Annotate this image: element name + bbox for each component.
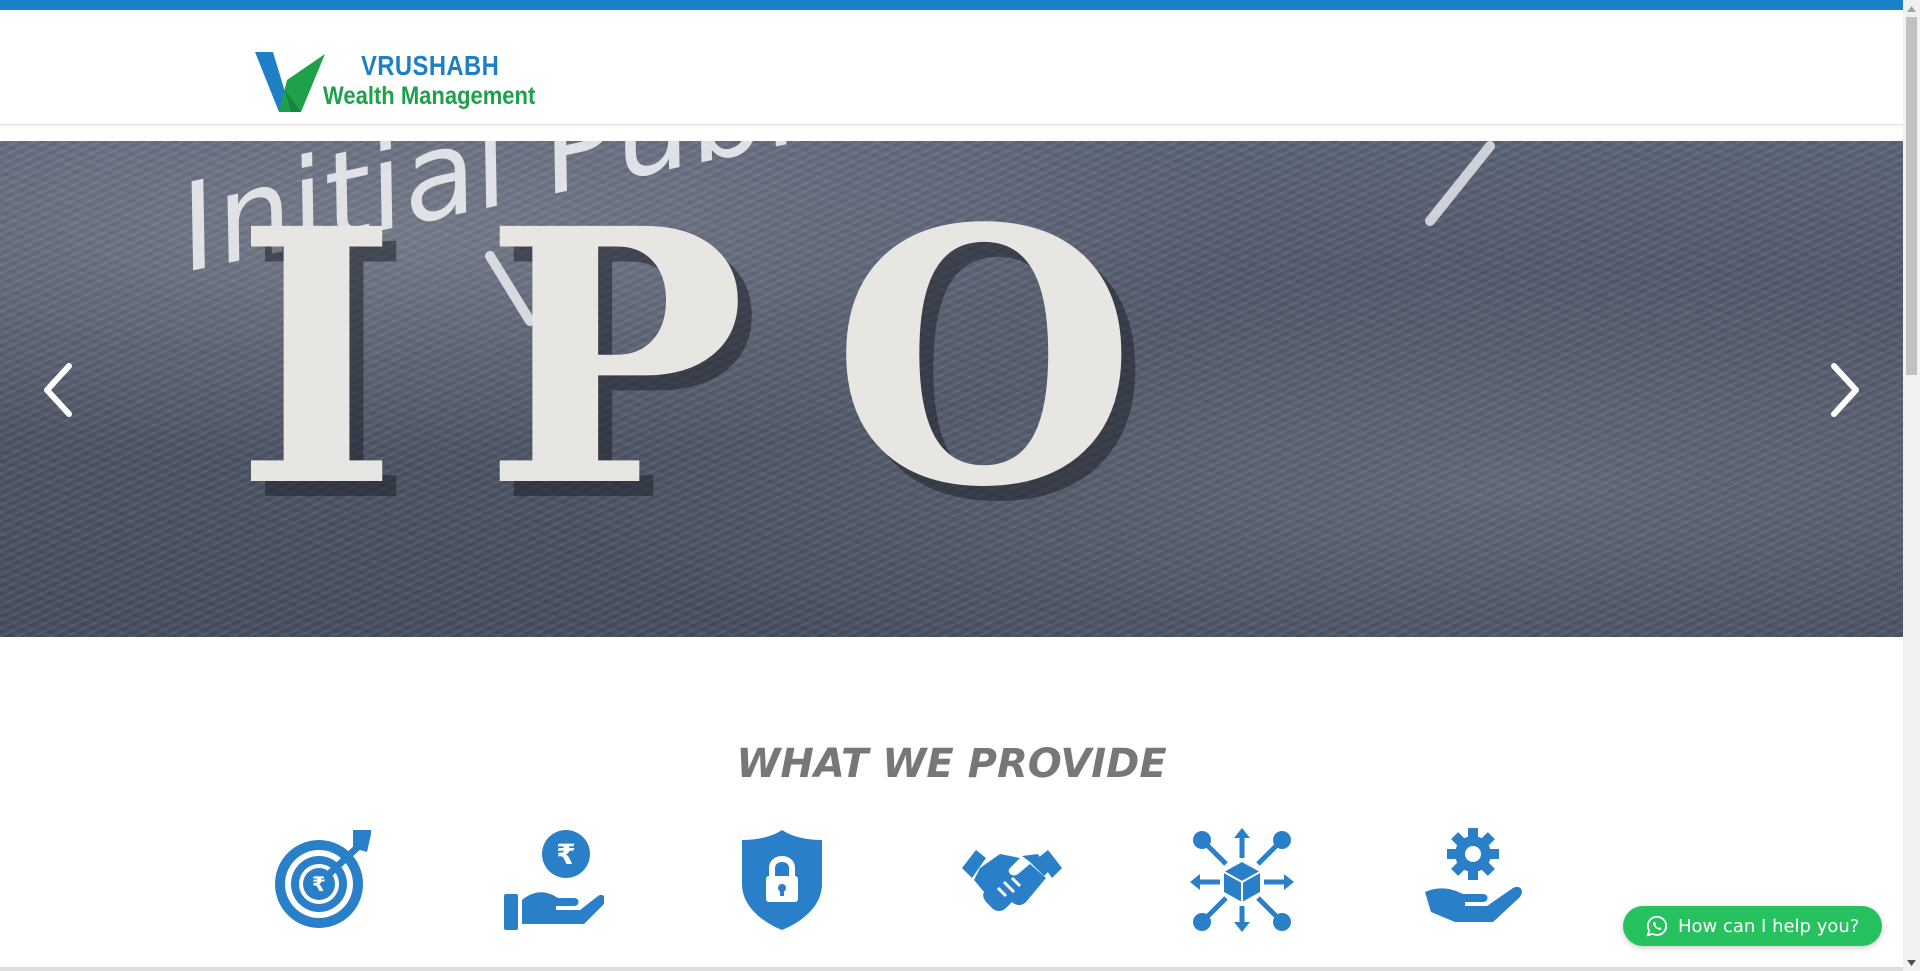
- scroll-down-button[interactable]: [1903, 954, 1920, 971]
- scrollbar-thumb[interactable]: [1906, 17, 1917, 375]
- triangle-down-icon: [1907, 959, 1916, 966]
- vertical-scrollbar[interactable]: [1903, 0, 1920, 971]
- service-item[interactable]: [1187, 825, 1297, 935]
- brand-name-line1: VRUSHABH: [361, 50, 500, 81]
- rupee-hand-icon: ₹: [504, 830, 604, 930]
- service-item[interactable]: ₹: [268, 825, 378, 935]
- brand-name-line2: Wealth Management: [323, 82, 536, 110]
- gear-hand-icon: [1425, 828, 1522, 922]
- hero-big-text: IPO: [235, 152, 1222, 564]
- handshake-icon: [962, 850, 1062, 911]
- chevron-right-icon: [1831, 363, 1859, 417]
- whatsapp-label: How can I help you?: [1678, 915, 1860, 937]
- svg-text:₹: ₹: [556, 838, 575, 871]
- service-item[interactable]: [1418, 825, 1528, 935]
- chalk-stroke: [1425, 141, 1495, 226]
- top-accent-bar: [0, 0, 1920, 10]
- network-cube-icon: [1190, 828, 1294, 932]
- site-header: VRUSHABH Wealth Management: [0, 10, 1903, 125]
- service-item[interactable]: [957, 825, 1067, 935]
- hero-slide-image: Initial Public Offer IPO IPO: [167, 141, 1495, 579]
- brand-logo[interactable]: VRUSHABH Wealth Management: [255, 42, 545, 118]
- hero-carousel[interactable]: Initial Public Offer IPO IPO: [0, 141, 1903, 637]
- chevron-left-icon: [44, 363, 72, 417]
- service-item[interactable]: [727, 825, 837, 935]
- triangle-up-icon: [1907, 5, 1916, 12]
- scroll-up-button[interactable]: [1903, 0, 1920, 17]
- logo-mark-icon: [255, 52, 325, 112]
- rupee-target-icon: ₹: [275, 830, 371, 928]
- services-row: ₹ ₹: [0, 825, 1903, 935]
- carousel-next-button[interactable]: [1818, 355, 1870, 425]
- page-bottom-edge: [0, 967, 1903, 971]
- lock-shield-icon: [742, 830, 822, 930]
- whatsapp-icon: [1646, 915, 1668, 937]
- section-title: WHAT WE PROVIDE: [736, 741, 1167, 788]
- carousel-prev-button[interactable]: [33, 355, 85, 425]
- whatsapp-chat-button[interactable]: How can I help you?: [1623, 906, 1882, 946]
- service-item[interactable]: ₹: [497, 825, 607, 935]
